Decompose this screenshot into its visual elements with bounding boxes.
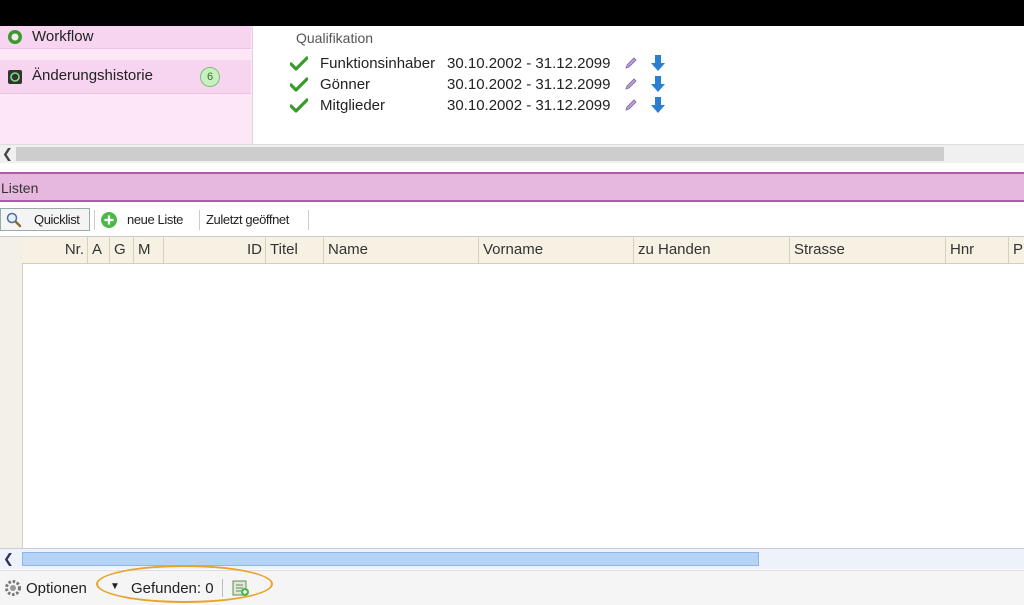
history-icon — [8, 70, 22, 84]
nav-item-workflow[interactable]: Workflow — [0, 26, 251, 49]
qualifikation-name: Mitglieder — [320, 97, 386, 114]
count-badge: 6 — [200, 67, 220, 87]
recently-opened-label: Zuletzt geöffnet — [206, 212, 289, 227]
scroll-left-icon[interactable]: ❮ — [3, 551, 14, 567]
column-header-a[interactable]: A — [88, 237, 110, 263]
status-divider — [222, 579, 223, 597]
quicklist-label: Quicklist — [34, 212, 80, 227]
section-title: Listen — [1, 180, 39, 196]
found-count: Gefunden: 0 — [131, 580, 214, 597]
edit-pencil-icon[interactable] — [624, 98, 638, 112]
add-circle-icon — [101, 211, 117, 228]
horizontal-scrollbar-grid[interactable]: ❮ — [0, 548, 1024, 569]
column-header-hnr[interactable]: Hnr — [946, 237, 1009, 263]
nav-item-label: Änderungshistorie — [32, 67, 153, 84]
qualifikation-range: 30.10.2002 - 31.12.2099 — [447, 76, 611, 93]
side-navigation: Workflow Änderungshistorie 6 — [0, 26, 253, 144]
window-top-bar — [0, 0, 1024, 26]
recently-opened-button[interactable]: Zuletzt geöffnet — [206, 208, 306, 231]
column-header-nr[interactable]: Nr. — [22, 237, 88, 263]
column-header-m[interactable]: M — [134, 237, 164, 263]
scrollbar-thumb[interactable] — [16, 147, 944, 161]
qualifikation-name: Funktionsinhaber — [320, 55, 436, 72]
arrow-down-icon[interactable] — [650, 75, 666, 93]
toolbar-divider — [308, 210, 309, 230]
column-header-g[interactable]: G — [110, 237, 134, 263]
nav-item-label: Workflow — [32, 28, 94, 45]
grid-column-header: Nr. A G M ID Titel Name Vorname zu Hande… — [22, 237, 1024, 264]
column-header-name[interactable]: Name — [324, 237, 479, 263]
column-header-vorname[interactable]: Vorname — [479, 237, 634, 263]
list-grid[interactable]: Nr. A G M ID Titel Name Vorname zu Hande… — [0, 236, 1024, 549]
arrow-down-icon[interactable] — [650, 96, 666, 114]
new-list-button[interactable]: neue Liste — [100, 208, 196, 231]
options-label: Optionen — [26, 579, 87, 597]
qualifikation-name: Gönner — [320, 76, 371, 93]
column-header-id[interactable]: ID — [164, 237, 266, 263]
column-header-p[interactable]: P — [1009, 237, 1024, 263]
quicklist-button[interactable]: Quicklist — [0, 208, 90, 231]
options-button[interactable]: Optionen — [4, 579, 87, 597]
section-header-listen: Listen — [0, 172, 1024, 202]
arrow-down-icon[interactable] — [650, 54, 666, 72]
qualifikation-heading: Qualifikation — [296, 30, 374, 46]
search-icon — [6, 212, 22, 227]
qualifikation-range: 30.10.2002 - 31.12.2099 — [447, 55, 611, 72]
qualifikation-row: Mitglieder 30.10.2002 - 31.12.2099 — [290, 96, 690, 116]
new-list-label: neue Liste — [127, 212, 183, 227]
scrollbar-thumb[interactable] — [22, 552, 759, 566]
qualifikation-row: Funktionsinhaber 30.10.2002 - 31.12.2099 — [290, 54, 690, 74]
list-toolbar: Quicklist neue Liste Zuletzt geöffnet — [0, 206, 1024, 234]
column-header-strasse[interactable]: Strasse — [790, 237, 946, 263]
gear-icon — [5, 580, 21, 596]
dropdown-arrow-icon[interactable]: ▼ — [110, 581, 120, 592]
edit-pencil-icon[interactable] — [624, 77, 638, 91]
nav-item-aenderungshistorie[interactable]: Änderungshistorie 6 — [0, 60, 251, 94]
check-icon — [290, 56, 308, 71]
toolbar-divider — [199, 210, 200, 230]
grid-row-header — [0, 237, 23, 549]
check-icon — [290, 98, 308, 113]
qualifikation-range: 30.10.2002 - 31.12.2099 — [447, 97, 611, 114]
edit-pencil-icon[interactable] — [624, 56, 638, 70]
qualifikation-row: Gönner 30.10.2002 - 31.12.2099 — [290, 75, 690, 95]
workflow-icon — [8, 30, 22, 44]
horizontal-scrollbar-top[interactable]: ❮ — [0, 144, 1024, 163]
toolbar-divider — [94, 210, 95, 230]
column-header-zu-handen[interactable]: zu Handen — [634, 237, 790, 263]
column-header-titel[interactable]: Titel — [266, 237, 324, 263]
scroll-left-icon[interactable]: ❮ — [2, 146, 13, 162]
status-bar: Optionen ▼ Gefunden: 0 — [0, 570, 1024, 605]
check-icon — [290, 77, 308, 92]
export-icon[interactable] — [232, 579, 250, 597]
